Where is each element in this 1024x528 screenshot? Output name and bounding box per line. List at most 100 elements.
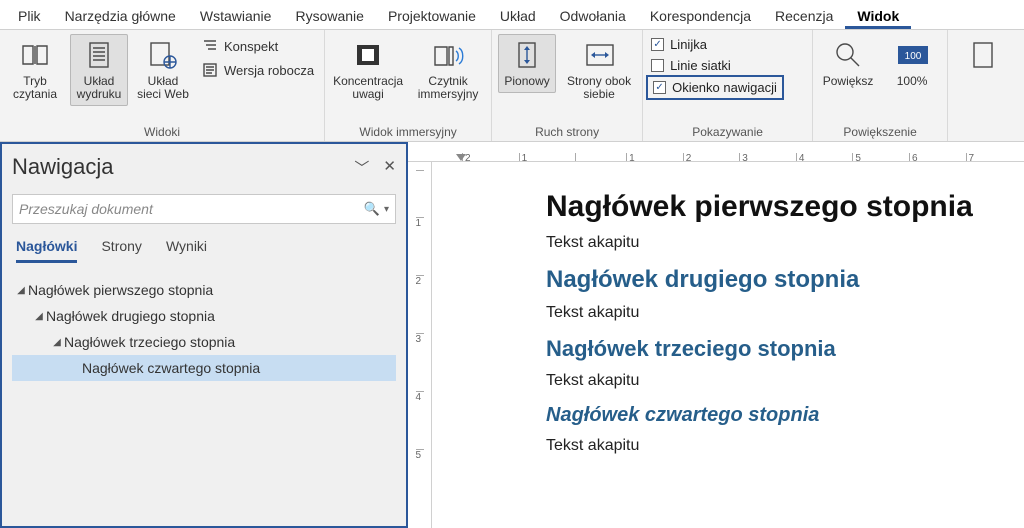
document-page[interactable]: Nagłówek pierwszego stopnia Tekst akapit… xyxy=(432,162,1024,528)
group-immersive: Koncentracja uwagi Czytnik immersyjny Wi… xyxy=(325,30,492,141)
group-overflow xyxy=(948,30,1018,141)
group-page-movement-label: Ruch strony xyxy=(498,123,636,141)
zoom-100-button[interactable]: 100 100% xyxy=(883,34,941,93)
tab-mailings[interactable]: Korespondencja xyxy=(638,2,763,29)
checkbox-unchecked-icon xyxy=(651,59,664,72)
checkbox-checked-icon xyxy=(653,81,666,94)
gridlines-checkbox[interactable]: Linie siatki xyxy=(649,57,781,74)
magnifier-icon xyxy=(832,39,864,71)
vertical-ruler[interactable]: 1 2 3 4 5 xyxy=(408,162,432,528)
vertical-label: Pionowy xyxy=(504,75,549,88)
tree-toggle-icon[interactable]: ◢ xyxy=(32,311,46,322)
tree-item-h1[interactable]: ◢ Nagłówek pierwszego stopnia xyxy=(12,277,396,303)
tree-item-h3[interactable]: ◢ Nagłówek trzeciego stopnia xyxy=(12,329,396,355)
heading-1[interactable]: Nagłówek pierwszego stopnia xyxy=(546,190,1024,224)
draft-label: Wersja robocza xyxy=(224,63,314,78)
group-views: Tryb czytania Układ wydruku Układ sieci … xyxy=(0,30,325,141)
indent-marker-icon[interactable] xyxy=(456,154,466,161)
group-show: Linijka Linie siatki Okienko nawigacji P… xyxy=(643,30,813,141)
group-immersive-label: Widok immersyjny xyxy=(331,123,485,141)
tree-item-h4[interactable]: Nagłówek czwartego stopnia xyxy=(12,355,396,381)
heading-2[interactable]: Nagłówek drugiego stopnia xyxy=(546,266,1024,294)
navigation-pane: Nawigacja ﹀ ✕ 🔍 ▾ Nagłówki Strony Wyniki… xyxy=(0,142,408,528)
navigation-pane-label: Okienko nawigacji xyxy=(672,80,777,95)
draft-icon xyxy=(202,62,218,78)
group-zoom: Powiększ 100 100% Powiększenie xyxy=(813,30,948,141)
heading-3[interactable]: Nagłówek trzeciego stopnia xyxy=(546,336,1024,362)
group-zoom-label: Powiększenie xyxy=(819,123,941,141)
tab-design[interactable]: Projektowanie xyxy=(376,2,488,29)
side-by-side-button[interactable]: Strony obok siebie xyxy=(562,34,636,106)
search-input[interactable] xyxy=(19,201,364,217)
immersive-reader-label: Czytnik immersyjny xyxy=(414,75,482,101)
search-icon[interactable]: 🔍 xyxy=(364,201,380,217)
collapse-pane-button[interactable]: ﹀ xyxy=(354,157,369,178)
zoom-button[interactable]: Powiększ xyxy=(819,34,877,93)
headings-tree: ◢ Nagłówek pierwszego stopnia ◢ Nagłówek… xyxy=(12,277,396,381)
overflow-button-1[interactable] xyxy=(954,34,1012,76)
outline-label: Konspekt xyxy=(224,39,278,54)
focus-mode-label: Koncentracja uwagi xyxy=(333,75,403,101)
zoom-label: Powiększ xyxy=(823,75,874,88)
web-layout-button[interactable]: Układ sieci Web xyxy=(134,34,192,106)
ribbon-tabs: Plik Narzędzia główne Wstawianie Rysowan… xyxy=(0,0,1024,30)
web-layout-label: Układ sieci Web xyxy=(137,75,189,101)
draft-button[interactable]: Wersja robocza xyxy=(198,60,318,80)
globe-page-icon xyxy=(147,39,179,71)
navigation-pane-checkbox[interactable]: Okienko nawigacji xyxy=(649,78,781,97)
group-show-label: Pokazywanie xyxy=(649,123,806,141)
tree-toggle-icon[interactable]: ◢ xyxy=(50,337,64,348)
tab-review[interactable]: Recenzja xyxy=(763,2,845,29)
tree-item-label: Nagłówek trzeciego stopnia xyxy=(64,334,235,350)
hundred-percent-icon: 100 xyxy=(896,39,928,71)
group-views-label: Widoki xyxy=(6,123,318,141)
reading-mode-label: Tryb czytania xyxy=(9,75,61,101)
side-by-side-label: Strony obok siebie xyxy=(565,75,633,101)
paragraph[interactable]: Tekst akapitu xyxy=(546,234,1024,252)
document-area: 2 1 1 2 3 4 5 6 7 1 2 3 4 5 Nagłówek pie… xyxy=(408,142,1024,528)
reading-mode-button[interactable]: Tryb czytania xyxy=(6,34,64,106)
tab-layout[interactable]: Układ xyxy=(488,2,548,29)
vertical-arrows-icon xyxy=(511,39,543,71)
focus-mode-button[interactable]: Koncentracja uwagi xyxy=(331,34,405,106)
checkbox-checked-icon xyxy=(651,38,664,51)
tab-insert[interactable]: Wstawianie xyxy=(188,2,284,29)
tab-file[interactable]: Plik xyxy=(6,2,53,29)
tree-item-h2[interactable]: ◢ Nagłówek drugiego stopnia xyxy=(12,303,396,329)
paragraph[interactable]: Tekst akapitu xyxy=(546,437,1024,455)
tab-references[interactable]: Odwołania xyxy=(548,2,638,29)
horizontal-ruler[interactable]: 2 1 1 2 3 4 5 6 7 xyxy=(408,142,1024,162)
nav-tab-headings[interactable]: Nagłówki xyxy=(16,238,77,263)
ruler-label: Linijka xyxy=(670,37,707,52)
close-pane-button[interactable]: ✕ xyxy=(383,157,396,178)
paragraph[interactable]: Tekst akapitu xyxy=(546,304,1024,322)
main-area: Nawigacja ﹀ ✕ 🔍 ▾ Nagłówki Strony Wyniki… xyxy=(0,142,1024,528)
immersive-reader-button[interactable]: Czytnik immersyjny xyxy=(411,34,485,106)
nav-tab-results[interactable]: Wyniki xyxy=(166,238,207,263)
vertical-button[interactable]: Pionowy xyxy=(498,34,556,93)
search-dropdown-icon[interactable]: ▾ xyxy=(384,204,389,215)
outline-icon xyxy=(202,38,218,54)
ruler-checkbox[interactable]: Linijka xyxy=(649,36,781,53)
tab-draw[interactable]: Rysowanie xyxy=(283,2,375,29)
group-page-movement: Pionowy Strony obok siebie Ruch strony xyxy=(492,30,643,141)
reader-sound-icon xyxy=(432,39,464,71)
heading-4[interactable]: Nagłówek czwartego stopnia xyxy=(546,404,1024,427)
tab-home[interactable]: Narzędzia główne xyxy=(53,2,188,29)
tab-view[interactable]: Widok xyxy=(845,2,911,29)
outline-button[interactable]: Konspekt xyxy=(198,36,318,56)
print-layout-label: Układ wydruku xyxy=(73,75,125,101)
paragraph[interactable]: Tekst akapitu xyxy=(546,372,1024,390)
ribbon: Tryb czytania Układ wydruku Układ sieci … xyxy=(0,30,1024,142)
page-icon xyxy=(967,39,999,71)
zoom-100-label: 100% xyxy=(897,75,928,88)
nav-tab-pages[interactable]: Strony xyxy=(101,238,141,263)
navigation-pane-title: Nawigacja xyxy=(12,154,114,180)
tree-toggle-icon[interactable]: ◢ xyxy=(14,285,28,296)
search-box[interactable]: 🔍 ▾ xyxy=(12,194,396,224)
tree-item-label: Nagłówek pierwszego stopnia xyxy=(28,282,213,298)
tree-item-label: Nagłówek czwartego stopnia xyxy=(82,360,260,376)
navigation-tabs: Nagłówki Strony Wyniki xyxy=(12,238,396,263)
book-icon xyxy=(19,39,51,71)
print-layout-button[interactable]: Układ wydruku xyxy=(70,34,128,106)
